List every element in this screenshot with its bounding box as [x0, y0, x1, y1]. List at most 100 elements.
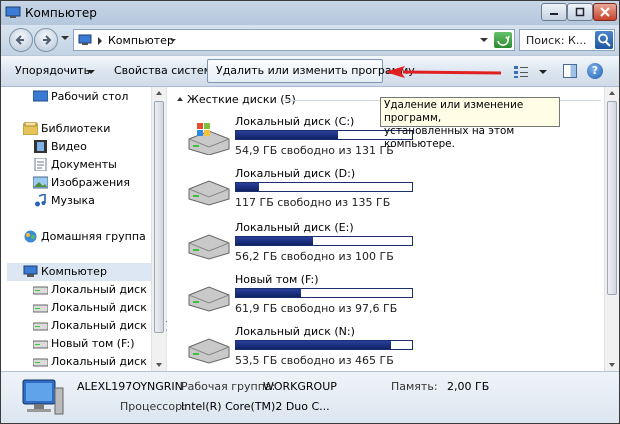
refresh-icon	[497, 35, 510, 46]
drive-icon	[188, 180, 230, 206]
drive-icon	[33, 340, 48, 349]
close-icon	[600, 7, 610, 17]
change-view-icon[interactable]	[513, 65, 529, 79]
details-pane: ALEXL197OYNGRIN Рабочая группа: WORKGROU…	[1, 371, 619, 423]
explorer-window: Компьютер Компьютер Поиск: К... Упорядоч…	[0, 0, 620, 424]
nav-label: Компьютер	[41, 265, 107, 278]
nav-scrollbar[interactable]	[151, 87, 166, 371]
drive-icon	[33, 286, 48, 295]
search-icon	[598, 33, 611, 47]
minimize-icon	[550, 13, 558, 15]
drive-usage-fill	[236, 237, 314, 245]
memory-label: Память:	[391, 380, 438, 393]
search-placeholder: Поиск: К...	[526, 34, 587, 47]
nav-label: Музыка	[51, 194, 95, 207]
drive-usage-fill	[236, 289, 302, 297]
breadcrumb-separator-icon[interactable]	[98, 37, 102, 45]
drive-name: Локальный диск (D:)	[235, 167, 356, 180]
drive-icon	[188, 286, 230, 312]
maximize-button[interactable]	[567, 3, 593, 21]
preview-pane-button[interactable]	[563, 64, 577, 78]
scroll-down-icon[interactable]	[156, 363, 162, 367]
help-button[interactable]: ?	[587, 63, 603, 79]
scroll-up-icon[interactable]	[156, 91, 162, 95]
content-pane: Жесткие диски (5) Локальный диск (C:) 54…	[167, 87, 619, 371]
back-button[interactable]	[9, 28, 33, 52]
arrow-right-icon	[43, 35, 52, 45]
search-button[interactable]	[595, 31, 613, 49]
nav-label: Библиотеки	[41, 122, 111, 135]
forward-button[interactable]	[34, 28, 58, 52]
organize-menu[interactable]: Упорядочить	[15, 64, 90, 77]
breadcrumb-dropdown-icon[interactable]	[170, 39, 176, 42]
address-bar[interactable]: Компьютер	[73, 29, 515, 51]
content-scrollbar[interactable]	[604, 87, 619, 371]
navigation-pane: Рабочий стол Библиотеки Видео Документы …	[1, 87, 171, 371]
breadcrumb-computer[interactable]: Компьютер	[108, 34, 174, 47]
drive-item[interactable]: Локальный диск (D:) 117 ГБ свободно из 1…	[187, 167, 417, 219]
processor-value: Intel(R) Core(TM)2 Duo C...	[181, 400, 330, 413]
maximize-icon	[575, 7, 585, 17]
memory-value: 2,00 ГБ	[447, 380, 490, 393]
system-properties-button[interactable]: Свойства системы	[114, 64, 221, 77]
nav-label: Видео	[51, 140, 87, 153]
history-dropdown-icon[interactable]	[61, 36, 69, 40]
drive-name: Локальный диск (E:)	[235, 221, 354, 234]
drive-usage-fill	[236, 183, 259, 191]
drive-icon	[33, 322, 48, 331]
scroll-up-icon[interactable]	[609, 91, 615, 95]
drive-free-space: 53,5 ГБ свободно из 465 ГБ	[235, 354, 394, 367]
computer-icon	[78, 34, 92, 45]
homegroup-icon	[24, 230, 37, 243]
drive-usage-fill	[236, 131, 339, 139]
image-icon	[33, 176, 48, 189]
nav-label: Домашняя группа	[41, 230, 146, 243]
music-icon	[35, 194, 46, 207]
video-icon	[34, 140, 47, 153]
drive-item[interactable]: Локальный диск (N:) 53,5 ГБ свободно из …	[187, 325, 417, 377]
drive-name: Локальный диск (N:)	[235, 325, 355, 338]
window-title: Компьютер	[25, 6, 97, 20]
drive-free-space: 56,2 ГБ свободно из 100 ГБ	[235, 250, 394, 263]
drive-usage-bar	[235, 340, 413, 350]
nav-label: Документы	[51, 158, 117, 171]
computer-name: ALEXL197OYNGRIN	[77, 380, 183, 393]
drive-icon	[188, 338, 230, 364]
tooltip: Удаление или изменение программ, установ…	[380, 97, 560, 150]
search-input[interactable]: Поиск: К...	[519, 29, 615, 51]
drive-item[interactable]: Новый том (F:) 61,9 ГБ свободно из 97,6 …	[187, 273, 417, 325]
drive-name: Локальный диск (C:)	[235, 115, 355, 128]
annotation-arrow-icon	[385, 66, 502, 78]
arrow-left-icon	[15, 35, 24, 45]
close-button[interactable]	[593, 3, 617, 21]
drive-icon	[33, 304, 48, 313]
scroll-thumb[interactable]	[154, 101, 164, 333]
desktop-icon	[33, 90, 48, 102]
collapse-icon[interactable]	[177, 97, 183, 101]
command-bar: Упорядочить Свойства системы Удалить или…	[1, 55, 619, 87]
title-bar: Компьютер	[1, 1, 619, 25]
document-icon	[34, 158, 47, 171]
computer-icon	[5, 6, 21, 18]
view-dropdown-icon[interactable]	[539, 70, 547, 74]
drive-item[interactable]: Локальный диск (E:) 56,2 ГБ свободно из …	[187, 221, 417, 273]
computer-icon	[23, 265, 38, 277]
address-row: Компьютер Поиск: К...	[1, 25, 619, 55]
scroll-down-icon[interactable]	[609, 363, 615, 367]
nav-label: Новый том (F:)	[51, 337, 135, 350]
scroll-thumb[interactable]	[607, 101, 617, 295]
drive-free-space: 117 ГБ свободно из 135 ГБ	[235, 196, 391, 209]
minimize-button[interactable]	[541, 3, 567, 21]
drive-usage-bar	[235, 236, 413, 246]
group-title: Жесткие диски (5)	[187, 93, 296, 106]
refresh-button[interactable]	[494, 32, 512, 48]
drive-icon	[188, 234, 230, 260]
processor-label: Процессор:	[120, 400, 186, 413]
chevron-down-icon[interactable]	[87, 70, 95, 74]
drive-name: Новый том (F:)	[235, 273, 319, 286]
address-dropdown-icon[interactable]	[480, 38, 488, 42]
workgroup-label: Рабочая группа:	[181, 380, 276, 393]
drive-usage-bar	[235, 288, 413, 298]
computer-icon	[22, 379, 64, 415]
drive-icon	[33, 358, 48, 367]
